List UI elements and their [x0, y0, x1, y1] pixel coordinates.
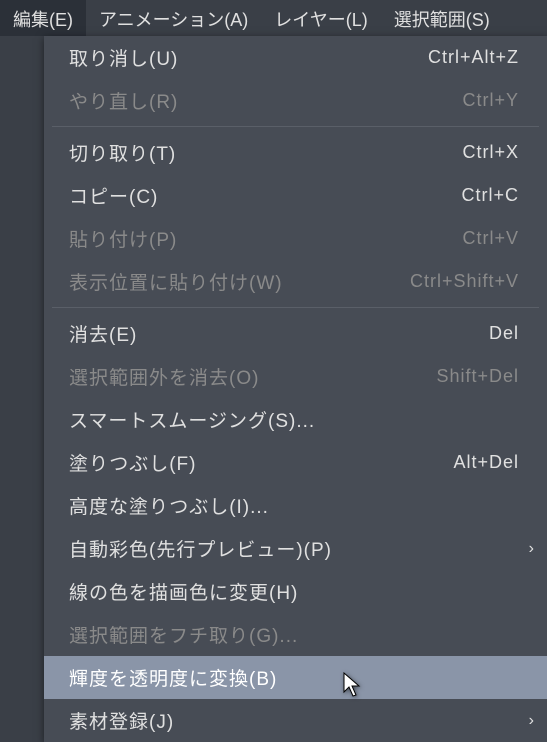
- menubar-item-edit[interactable]: 編集(E): [0, 0, 86, 36]
- menu-item[interactable]: 切り取り(T)Ctrl+X: [44, 131, 547, 174]
- menu-item[interactable]: 自動彩色(先行プレビュー)(P)›: [44, 527, 547, 570]
- menubar: 編集(E) アニメーション(A) レイヤー(L) 選択範囲(S): [0, 0, 547, 36]
- menu-item-label: 高度な塗りつぶし(I)...: [69, 492, 527, 519]
- menu-item-label: 輝度を透明度に変換(B): [69, 664, 527, 691]
- menubar-item-layer[interactable]: レイヤー(L): [261, 0, 380, 36]
- menu-item-shortcut: Ctrl+X: [462, 142, 519, 163]
- menu-item[interactable]: 線の色を描画色に変更(H): [44, 570, 547, 613]
- menu-item-shortcut: Ctrl+Alt+Z: [428, 47, 519, 68]
- menu-item: 選択範囲外を消去(O)Shift+Del: [44, 355, 547, 398]
- menu-item-label: スマートスムージング(S)...: [69, 406, 527, 433]
- menu-item: 貼り付け(P)Ctrl+V: [44, 217, 547, 260]
- menu-item-shortcut: Alt+Del: [453, 452, 519, 473]
- menu-item-shortcut: Ctrl+C: [461, 185, 519, 206]
- menu-item-label: 取り消し(U): [69, 44, 428, 71]
- menu-item[interactable]: 高度な塗りつぶし(I)...: [44, 484, 547, 527]
- chevron-right-icon: ›: [529, 540, 535, 558]
- menu-item-label: 貼り付け(P): [69, 225, 462, 252]
- menu-item-label: コピー(C): [69, 182, 461, 209]
- menubar-item-selection[interactable]: 選択範囲(S): [381, 0, 503, 36]
- menu-item-shortcut: Del: [489, 323, 519, 344]
- menu-item-shortcut: Ctrl+Y: [462, 90, 519, 111]
- menu-separator: [52, 126, 539, 127]
- menu-item-label: 塗りつぶし(F): [69, 449, 453, 476]
- menu-item-label: 表示位置に貼り付け(W): [69, 268, 410, 295]
- menu-separator: [52, 307, 539, 308]
- menu-item: 表示位置に貼り付け(W)Ctrl+Shift+V: [44, 260, 547, 303]
- menu-item-label: 自動彩色(先行プレビュー)(P): [69, 535, 527, 562]
- menu-item: やり直し(R)Ctrl+Y: [44, 79, 547, 122]
- menu-item-label: 素材登録(J): [69, 707, 527, 734]
- menu-item[interactable]: スマートスムージング(S)...: [44, 398, 547, 441]
- menu-item[interactable]: 素材登録(J)›: [44, 699, 547, 742]
- menu-item-shortcut: Shift+Del: [436, 366, 519, 387]
- menu-item-label: やり直し(R): [69, 87, 462, 114]
- menu-item-shortcut: Ctrl+V: [462, 228, 519, 249]
- menu-item-label: 消去(E): [69, 320, 489, 347]
- menu-item-shortcut: Ctrl+Shift+V: [410, 271, 519, 292]
- menu-item-label: 選択範囲をフチ取り(G)...: [69, 621, 527, 648]
- menu-item[interactable]: 消去(E)Del: [44, 312, 547, 355]
- menu-item: 選択範囲をフチ取り(G)...: [44, 613, 547, 656]
- menu-item[interactable]: 輝度を透明度に変換(B): [44, 656, 547, 699]
- menubar-item-animation[interactable]: アニメーション(A): [86, 0, 261, 36]
- menu-item-label: 選択範囲外を消去(O): [69, 363, 436, 390]
- menu-item[interactable]: コピー(C)Ctrl+C: [44, 174, 547, 217]
- menu-item[interactable]: 取り消し(U)Ctrl+Alt+Z: [44, 36, 547, 79]
- menu-item[interactable]: 塗りつぶし(F)Alt+Del: [44, 441, 547, 484]
- edit-dropdown: 取り消し(U)Ctrl+Alt+Zやり直し(R)Ctrl+Y切り取り(T)Ctr…: [44, 36, 547, 742]
- menu-item-label: 線の色を描画色に変更(H): [69, 578, 527, 605]
- menu-item-label: 切り取り(T): [69, 139, 462, 166]
